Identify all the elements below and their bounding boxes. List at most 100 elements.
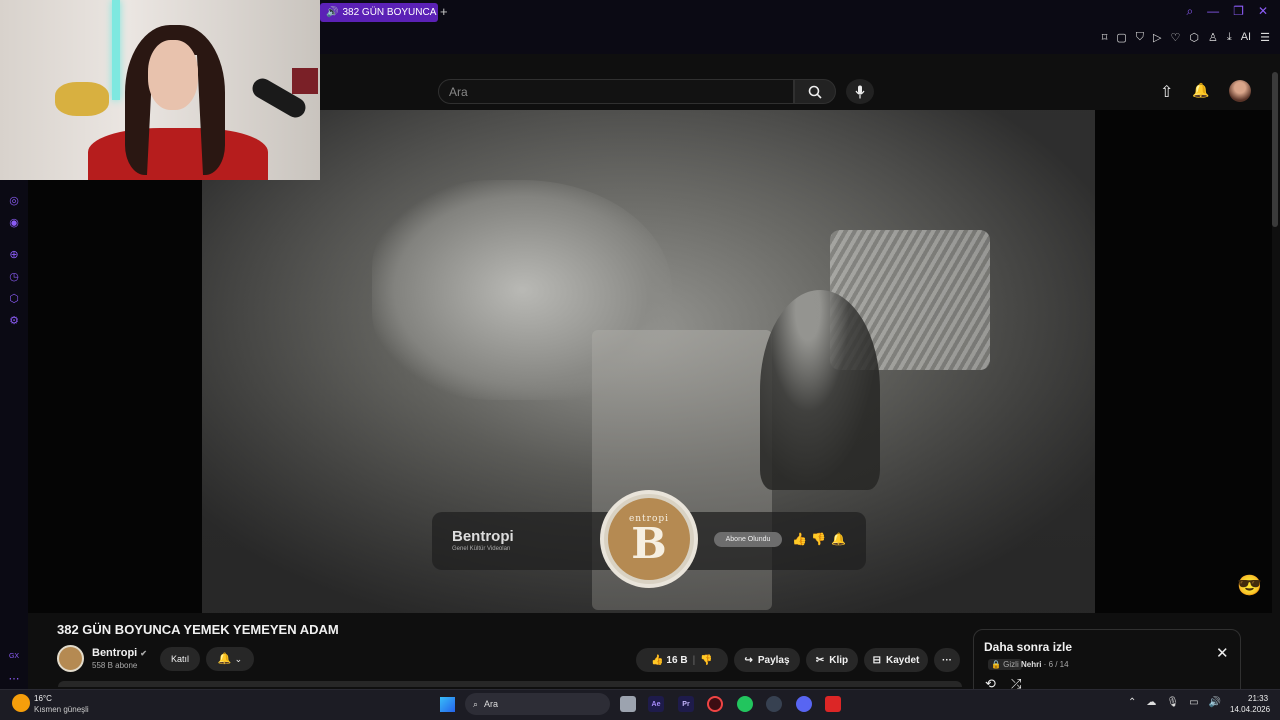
profile-icon[interactable]: ♙ [1208, 31, 1218, 44]
channel-logo-inner: entropi B [608, 498, 690, 580]
minimize-button[interactable]: — [1207, 4, 1219, 19]
display-icon[interactable]: ▭ [1189, 697, 1198, 708]
system-tray: ⌃ ☁ 🎙 ▭ 🔊 [1128, 697, 1221, 708]
more-actions-button[interactable]: ··· [934, 648, 960, 672]
snapshot-icon[interactable]: ▢ [1116, 31, 1126, 44]
webcam-background-light [292, 68, 318, 94]
close-window-button[interactable]: ✕ [1258, 4, 1268, 19]
bookmark-icon[interactable]: ⌑ [1102, 31, 1108, 44]
playlist-owner: Nehri [1021, 660, 1042, 669]
clip-button[interactable]: ✂ Klip [806, 648, 858, 672]
thumbs-up-icon: 👍 [792, 532, 807, 546]
search-button[interactable] [794, 79, 836, 104]
taskbar-search-label: Ara [484, 699, 499, 709]
opera-gx-icon[interactable] [707, 696, 723, 712]
share-button[interactable]: ↪ Paylaş [734, 648, 800, 672]
upload-icon[interactable]: ⇧ [1160, 82, 1173, 102]
discord-icon[interactable]: ◉ [7, 216, 21, 230]
endcard-channel-name: Bentropi [452, 528, 514, 545]
dislike-button[interactable]: 👎 [700, 655, 712, 666]
play-icon[interactable]: ▷ [1153, 31, 1161, 44]
clock-time[interactable]: 21:33 [1248, 694, 1268, 703]
video-frame-person [760, 290, 880, 490]
divider: | [692, 654, 696, 666]
close-icon[interactable]: ✕ [1216, 644, 1229, 662]
user-avatar[interactable] [1229, 80, 1251, 102]
thumbs-down-icon: 👎 [811, 532, 826, 546]
mic-tray-icon[interactable]: 🎙 [1166, 697, 1179, 708]
webcam-person-shirt [88, 128, 268, 180]
heart-icon[interactable]: ♡ [1170, 31, 1180, 44]
video-title: 382 GÜN BOYUNCA YEMEK YEMEYEN ADAM [57, 622, 339, 637]
premiere-icon[interactable]: Pr [678, 696, 694, 712]
file-explorer-icon[interactable] [620, 696, 636, 712]
save-label: Kaydet [886, 654, 920, 666]
search-tabs-icon[interactable]: ⌕ [1186, 4, 1193, 19]
extensions-sidebar-icon[interactable]: ⬡ [7, 292, 21, 306]
privacy-badge: 🔒 Gizli [988, 659, 1022, 670]
verified-icon: ✔ [140, 649, 147, 658]
maximize-button[interactable]: ❐ [1233, 4, 1244, 19]
channel-avatar[interactable] [57, 645, 84, 672]
volume-icon[interactable]: 🔊 [1209, 697, 1221, 708]
after-effects-icon[interactable]: Ae [648, 696, 664, 712]
join-button[interactable]: Katıl [160, 647, 200, 671]
playlist-title[interactable]: Daha sonra izle [984, 640, 1072, 654]
subscription-bell-button[interactable]: 🔔 ⌄ [206, 647, 254, 671]
channel-name[interactable]: Bentropi ✔ [92, 647, 147, 659]
weather-description[interactable]: Kısmen güneşli [34, 705, 89, 714]
endcard-channel-tagline: Genel Kültür Videoları [452, 546, 511, 552]
bookmark-save-icon: ⊟ [872, 654, 882, 666]
webcam-light-strip [112, 0, 120, 100]
share-label: Paylaş [757, 654, 790, 666]
extension-icons: ⌑ ▢ ⛉ ▷ ♡ ⬡ ♙ ⤓ AI ☰ [1102, 31, 1270, 44]
webcam-plush-toy [55, 82, 109, 116]
clock-date[interactable]: 14.04.2026 [1230, 705, 1270, 714]
instagram-icon[interactable]: ◎ [7, 194, 21, 208]
settings-icon[interactable]: ⚙ [7, 314, 21, 328]
description-box[interactable] [58, 681, 962, 687]
notifications-icon[interactable]: 🔔 [1192, 82, 1209, 99]
new-tab-button[interactable]: + [440, 4, 448, 19]
history-icon[interactable]: ◷ [7, 270, 21, 284]
like-count: 16 B [666, 654, 688, 666]
microphone-icon [855, 85, 865, 98]
weather-temperature[interactable]: 16°C [34, 694, 52, 703]
spotify-icon[interactable] [737, 696, 753, 712]
speaker-icon: 🔊 [326, 7, 339, 18]
more-icon[interactable]: ⋯ [7, 672, 21, 686]
save-button[interactable]: ⊟ Kaydet [864, 648, 928, 672]
sunglasses-emoji-icon[interactable]: 😎 [1237, 573, 1262, 598]
cloud-icon[interactable]: ☁ [1146, 697, 1156, 708]
voice-search-button[interactable] [846, 79, 874, 104]
shield-icon[interactable]: ⛉ [1136, 31, 1144, 44]
extensions-icon[interactable]: ⬡ [1189, 31, 1199, 44]
channel-logo[interactable]: entropi B [600, 490, 698, 588]
taskbar-search[interactable]: ⌕ Ara [465, 693, 610, 715]
discord-taskbar-icon[interactable] [796, 696, 812, 712]
download-icon[interactable]: ⤓ [1227, 31, 1232, 44]
subscribed-badge[interactable]: Abone Olundu [714, 532, 782, 547]
scissors-icon: ✂ [815, 654, 825, 666]
share-icon: ↪ [744, 654, 753, 666]
like-button[interactable]: 👍 16 B [651, 655, 687, 666]
start-button[interactable] [440, 697, 455, 712]
menu-icon[interactable]: ☰ [1260, 31, 1270, 44]
browser-tab-active[interactable]: 🔊 382 GÜN BOYUNCA Y [320, 3, 438, 22]
like-dislike-group: 👍 16 B | 👎 [636, 648, 728, 672]
gx-icon[interactable]: GX [7, 650, 21, 664]
add-icon[interactable]: ⊕ [7, 248, 21, 262]
playlist-position: · 6 / 14 [1041, 660, 1069, 669]
bell-icon: 🔔 [217, 653, 232, 665]
chevron-up-icon[interactable]: ⌃ [1128, 697, 1136, 708]
page-scrollbar[interactable] [1272, 72, 1278, 227]
app-icon[interactable] [766, 696, 782, 712]
search-icon [808, 85, 822, 99]
ai-button[interactable]: AI [1241, 31, 1251, 44]
weather-sun-icon[interactable] [12, 694, 30, 712]
playlist-owner-position: Nehri · 6 / 14 [1021, 660, 1069, 669]
like-icon: 👍 [651, 654, 664, 666]
search-input[interactable]: Ara [438, 79, 794, 104]
tab-label: 382 GÜN BOYUNCA Y [342, 7, 438, 18]
voicemeeter-icon[interactable] [825, 696, 841, 712]
